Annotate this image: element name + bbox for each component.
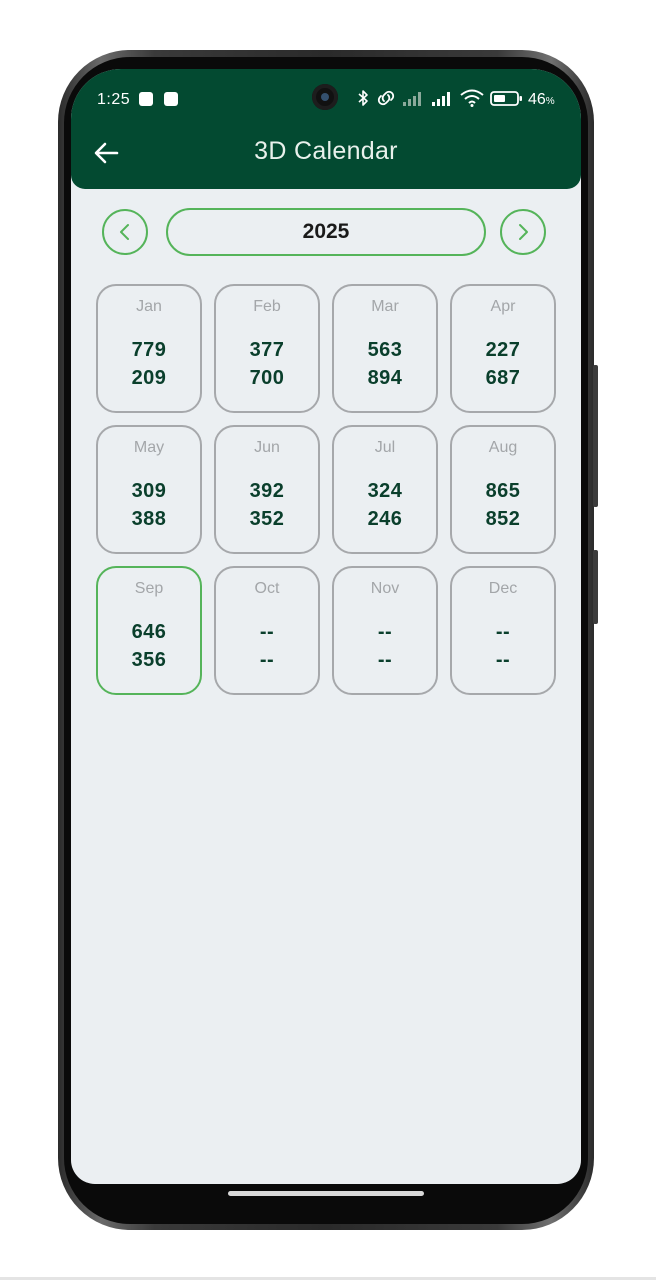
month-card-feb[interactable]: Feb 377 700 bbox=[214, 284, 320, 413]
front-camera bbox=[312, 84, 338, 110]
month-value-primary: 227 bbox=[485, 339, 521, 361]
next-year-button[interactable] bbox=[500, 209, 546, 255]
month-value-secondary: 687 bbox=[485, 367, 521, 389]
battery-percent: 46 bbox=[528, 91, 546, 108]
month-name: Oct bbox=[254, 580, 280, 597]
month-value-primary: 377 bbox=[249, 339, 285, 361]
signal-icon bbox=[432, 92, 450, 106]
month-card-nov[interactable]: Nov -- -- bbox=[332, 566, 438, 695]
month-name: Jul bbox=[374, 439, 396, 456]
status-icons bbox=[357, 89, 557, 109]
month-value-secondary: 356 bbox=[131, 649, 167, 671]
month-value-secondary: 209 bbox=[131, 367, 167, 389]
month-card-jun[interactable]: Jun 392 352 bbox=[214, 425, 320, 554]
month-card-sep[interactable]: Sep 646 356 bbox=[96, 566, 202, 695]
battery-icon bbox=[490, 91, 522, 106]
power-button bbox=[593, 550, 598, 624]
month-value-secondary: 852 bbox=[485, 508, 521, 530]
month-value-secondary: 246 bbox=[367, 508, 403, 530]
month-value-primary: -- bbox=[377, 621, 393, 643]
month-name: Dec bbox=[488, 580, 518, 597]
home-indicator[interactable] bbox=[228, 1191, 424, 1196]
month-name: May bbox=[133, 439, 165, 456]
month-value-secondary: -- bbox=[259, 649, 275, 671]
month-value-primary: 563 bbox=[367, 339, 403, 361]
link-icon bbox=[377, 90, 395, 106]
month-name: Jan bbox=[136, 298, 162, 315]
month-card-dec[interactable]: Dec -- -- bbox=[450, 566, 556, 695]
month-value-primary: -- bbox=[259, 621, 275, 643]
notification-icon bbox=[139, 92, 153, 106]
month-value-secondary: 388 bbox=[131, 508, 167, 530]
month-name: Mar bbox=[371, 298, 399, 315]
month-value-secondary: 700 bbox=[249, 367, 285, 389]
battery-unit: % bbox=[545, 96, 555, 107]
signal-icon bbox=[403, 92, 421, 106]
volume-button bbox=[593, 365, 598, 507]
month-name: Jun bbox=[254, 439, 280, 456]
month-value-secondary: -- bbox=[495, 649, 511, 671]
battery-level: 46% bbox=[528, 91, 555, 109]
month-value-primary: -- bbox=[495, 621, 511, 643]
wifi-icon bbox=[460, 89, 484, 107]
page-title: 3D Calendar bbox=[254, 137, 398, 165]
month-card-mar[interactable]: Mar 563 894 bbox=[332, 284, 438, 413]
month-name: Nov bbox=[370, 580, 400, 597]
page: 1:25 46% 3D Calendar 2025 Jan 779 209 Fe… bbox=[0, 0, 656, 1280]
month-value-primary: 779 bbox=[131, 339, 167, 361]
year-selector[interactable]: 2025 bbox=[166, 208, 486, 256]
month-name: Aug bbox=[488, 439, 518, 456]
month-name: Feb bbox=[253, 298, 281, 315]
app-screen: 1:25 46% 3D Calendar 2025 Jan 779 209 Fe… bbox=[71, 69, 581, 1184]
notification-icon bbox=[164, 92, 178, 106]
month-name: Sep bbox=[134, 580, 164, 597]
month-value-primary: 392 bbox=[249, 480, 285, 502]
month-card-aug[interactable]: Aug 865 852 bbox=[450, 425, 556, 554]
status-time: 1:25 bbox=[97, 91, 131, 108]
month-value-primary: 309 bbox=[131, 480, 167, 502]
bluetooth-icon bbox=[358, 90, 368, 106]
month-card-may[interactable]: May 309 388 bbox=[96, 425, 202, 554]
chevron-right-icon bbox=[519, 224, 528, 240]
month-value-primary: 646 bbox=[131, 621, 167, 643]
app-header: 1:25 46% 3D Calendar bbox=[71, 69, 581, 189]
month-value-secondary: 352 bbox=[249, 508, 285, 530]
month-card-apr[interactable]: Apr 227 687 bbox=[450, 284, 556, 413]
month-value-secondary: -- bbox=[377, 649, 393, 671]
previous-year-button[interactable] bbox=[102, 209, 148, 255]
month-card-jan[interactable]: Jan 779 209 bbox=[96, 284, 202, 413]
month-card-jul[interactable]: Jul 324 246 bbox=[332, 425, 438, 554]
month-name: Apr bbox=[490, 298, 516, 315]
month-value-secondary: 894 bbox=[367, 367, 403, 389]
chevron-left-icon bbox=[120, 224, 129, 240]
month-value-primary: 324 bbox=[367, 480, 403, 502]
month-value-primary: 865 bbox=[485, 480, 521, 502]
month-card-oct[interactable]: Oct -- -- bbox=[214, 566, 320, 695]
